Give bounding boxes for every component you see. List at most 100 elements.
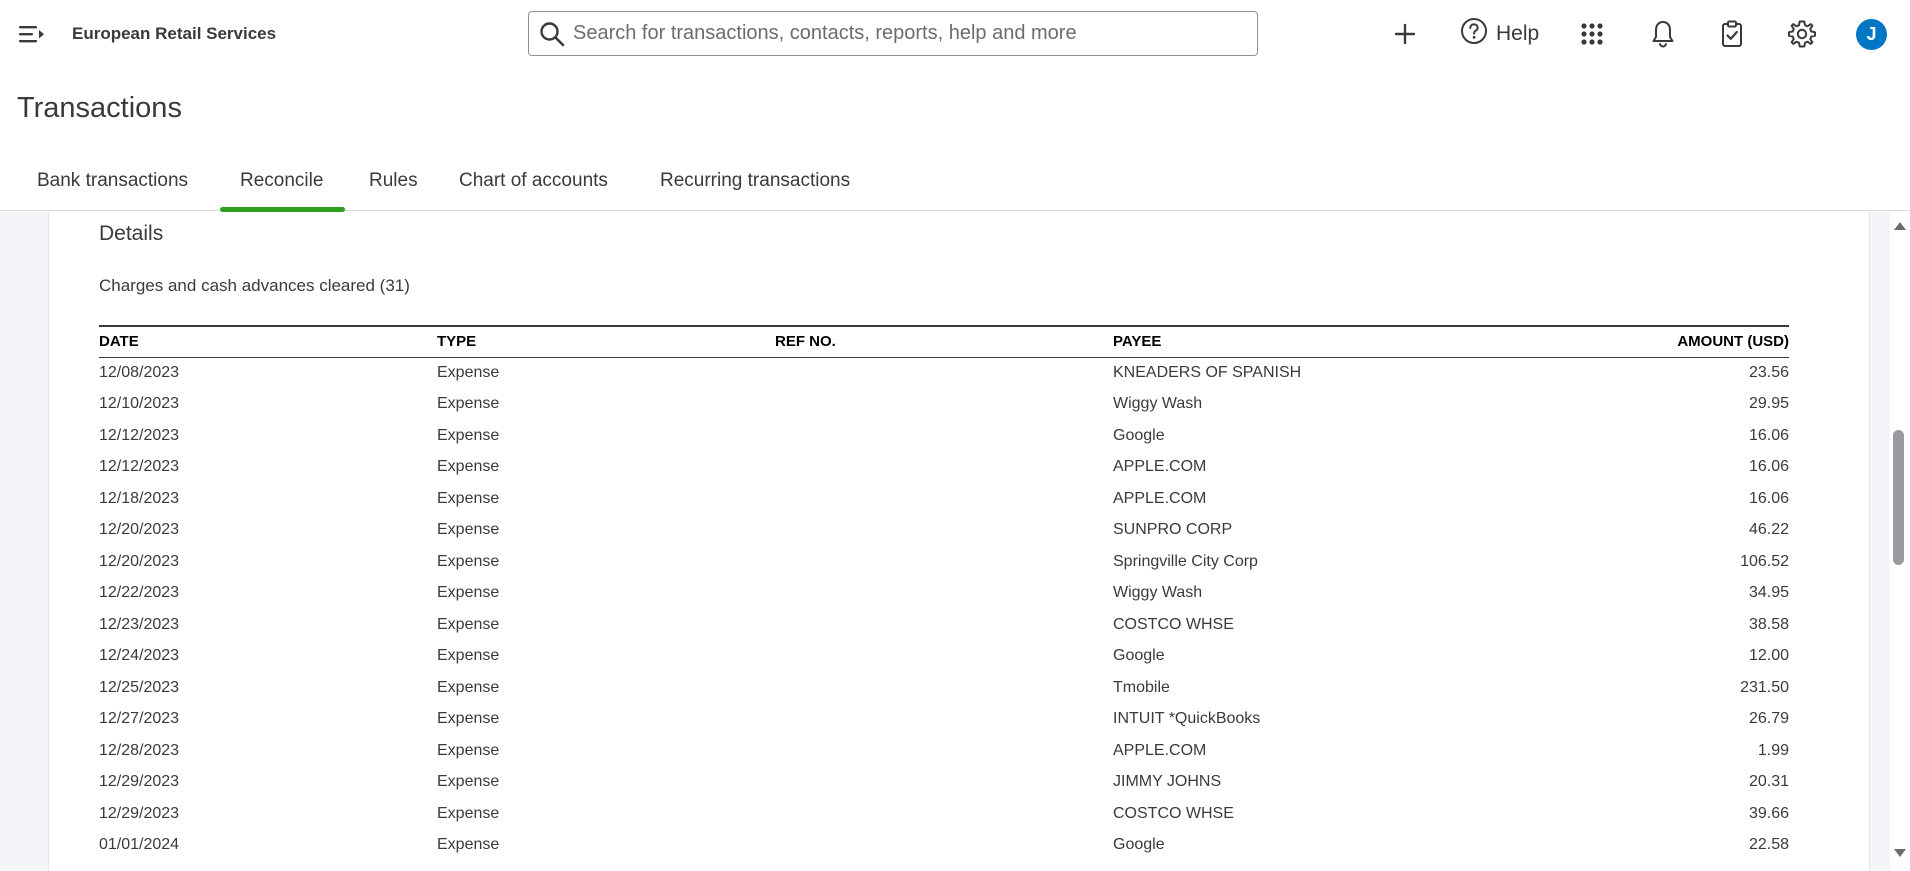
clipboard-check-icon[interactable] (1716, 18, 1748, 50)
cell-payee: Google (1113, 836, 1165, 854)
table-row[interactable]: 12/20/2023 Expense SUNPRO CORP 46.22 (99, 515, 1789, 547)
table-row[interactable]: 12/22/2023 Expense Wiggy Wash 34.95 (99, 578, 1789, 610)
cell-type: Expense (437, 552, 500, 570)
scroll-up-arrow-icon[interactable] (1894, 222, 1906, 230)
table-row[interactable]: 12/23/2023 Expense COSTCO WHSE 38.58 (99, 609, 1789, 641)
cell-type: Expense (437, 804, 500, 822)
bell-icon[interactable] (1647, 18, 1679, 50)
cell-amount: 1.99 (1757, 741, 1789, 759)
cell-type: Expense (437, 584, 500, 602)
cell-date: 12/10/2023 (99, 395, 180, 413)
company-name[interactable]: European Retail Services (72, 24, 276, 44)
table-row[interactable]: 12/27/2023 Expense INTUIT *QuickBooks 26.79 (99, 704, 1789, 736)
gear-icon[interactable] (1786, 18, 1818, 50)
cell-payee: COSTCO WHSE (1113, 615, 1234, 633)
table-row[interactable]: 12/20/2023 Expense Springville City Corp 10… (99, 546, 1789, 578)
cell-date: 12/25/2023 (99, 678, 180, 696)
cell-amount: 106.52 (1740, 552, 1789, 570)
cell-payee: JIMMY JOHNS (1113, 773, 1222, 791)
cell-date: 12/20/2023 (99, 521, 180, 539)
cell-type: Expense (437, 710, 500, 728)
tab-rules[interactable]: Rules (369, 170, 418, 211)
cell-amount: 39.66 (1748, 804, 1789, 822)
scroll-down-arrow-icon[interactable] (1894, 849, 1906, 857)
page-title: Transactions (17, 92, 182, 124)
cell-ref (775, 515, 1113, 547)
cell-ref (775, 452, 1113, 484)
cell-type: Expense (437, 395, 500, 413)
column-header-amount[interactable]: AMOUNT (USD) (1513, 325, 1789, 358)
avatar[interactable]: J (1856, 19, 1887, 50)
cell-date: 12/24/2023 (99, 647, 180, 665)
table-row[interactable]: 12/28/2023 Expense APPLE.COM 1.99 (99, 735, 1789, 767)
cell-payee: APPLE.COM (1113, 489, 1207, 507)
table-row[interactable]: 12/12/2023 Expense APPLE.COM 16.06 (99, 452, 1789, 484)
plus-icon[interactable] (1389, 18, 1421, 50)
cell-ref (775, 420, 1113, 452)
column-header-ref[interactable]: REF NO. (775, 325, 1113, 358)
cell-amount: 29.95 (1748, 395, 1789, 413)
table-row[interactable]: 12/08/2023 Expense KNEADERS OF SPANISH 23.5… (99, 357, 1789, 389)
table-row[interactable]: 01/01/2024 Expense Google 22.58 (99, 830, 1789, 862)
top-bar: European Retail Services Help (0, 0, 1910, 68)
search-box[interactable] (528, 11, 1258, 56)
table-row[interactable]: 12/29/2023 Expense JIMMY JOHNS 20.31 (99, 767, 1789, 799)
tab-bank-transactions[interactable]: Bank transactions (37, 170, 188, 211)
cell-type: Expense (437, 489, 500, 507)
cell-payee: SUNPRO CORP (1113, 521, 1233, 539)
cell-amount: 34.95 (1748, 584, 1789, 602)
tab-recurring-transactions[interactable]: Recurring transactions (660, 170, 850, 211)
cell-date: 12/12/2023 (99, 426, 180, 444)
cell-amount: 12.00 (1748, 647, 1789, 665)
cell-amount: 231.50 (1740, 678, 1789, 696)
column-header-date[interactable]: DATE (99, 325, 437, 358)
cell-date: 12/18/2023 (99, 489, 180, 507)
cell-type: Expense (437, 615, 500, 633)
apps-grid-icon[interactable] (1576, 18, 1608, 50)
cell-ref (775, 735, 1113, 767)
table-row[interactable]: 12/18/2023 Expense APPLE.COM 16.06 (99, 483, 1789, 515)
cell-date: 12/20/2023 (99, 552, 180, 570)
help-label: Help (1496, 22, 1540, 45)
cell-payee: COSTCO WHSE (1113, 804, 1234, 822)
content-area: Details Charges and cash advances cleare… (0, 212, 1910, 871)
table-row[interactable]: 12/10/2023 Expense Wiggy Wash 29.95 (99, 389, 1789, 421)
cell-ref (775, 483, 1113, 515)
search-input[interactable] (573, 12, 1243, 55)
menu-icon[interactable] (18, 22, 46, 46)
cell-ref (775, 357, 1113, 389)
cell-ref (775, 641, 1113, 673)
tab-bar: Bank transactions Reconcile Rules Chart … (0, 160, 1910, 212)
column-header-payee[interactable]: PAYEE (1113, 325, 1513, 358)
column-header-type[interactable]: TYPE (437, 325, 775, 358)
cell-amount: 16.06 (1748, 426, 1789, 444)
cell-amount: 16.06 (1748, 458, 1789, 476)
cell-ref (775, 798, 1113, 830)
search-icon (539, 21, 565, 47)
help-button[interactable]: Help (1460, 18, 1539, 50)
cell-payee: APPLE.COM (1113, 458, 1207, 476)
table-row[interactable]: 12/12/2023 Expense Google 16.06 (99, 420, 1789, 452)
cell-date: 12/22/2023 (99, 584, 180, 602)
section-label: Charges and cash advances cleared (31) (99, 276, 410, 295)
cell-payee: KNEADERS OF SPANISH (1113, 364, 1302, 381)
cell-payee: Tmobile (1113, 678, 1170, 696)
tab-reconcile[interactable]: Reconcile (219, 170, 346, 212)
cell-payee: Wiggy Wash (1113, 395, 1203, 413)
cell-payee: INTUIT *QuickBooks (1113, 710, 1261, 728)
tab-chart-of-accounts[interactable]: Chart of accounts (459, 170, 608, 211)
cell-type: Expense (437, 426, 500, 444)
help-icon (1460, 17, 1488, 51)
cell-amount: 46.22 (1748, 521, 1789, 539)
details-card: Details Charges and cash advances cleare… (48, 212, 1870, 871)
table-row[interactable]: 12/29/2023 Expense COSTCO WHSE 39.66 (99, 798, 1789, 830)
transactions-table: DATE TYPE REF NO. PAYEE AMOUNT (USD) 12/… (99, 325, 1789, 861)
vertical-scrollbar[interactable] (1890, 212, 1910, 871)
cell-amount: 22.58 (1748, 836, 1789, 854)
cell-date: 12/23/2023 (99, 615, 180, 633)
scroll-thumb[interactable] (1893, 430, 1904, 565)
table-row[interactable]: 12/25/2023 Expense Tmobile 231.50 (99, 672, 1789, 704)
table-row[interactable]: 12/24/2023 Expense Google 12.00 (99, 641, 1789, 673)
cell-payee: Google (1113, 647, 1165, 665)
cell-amount: 26.79 (1748, 710, 1789, 728)
